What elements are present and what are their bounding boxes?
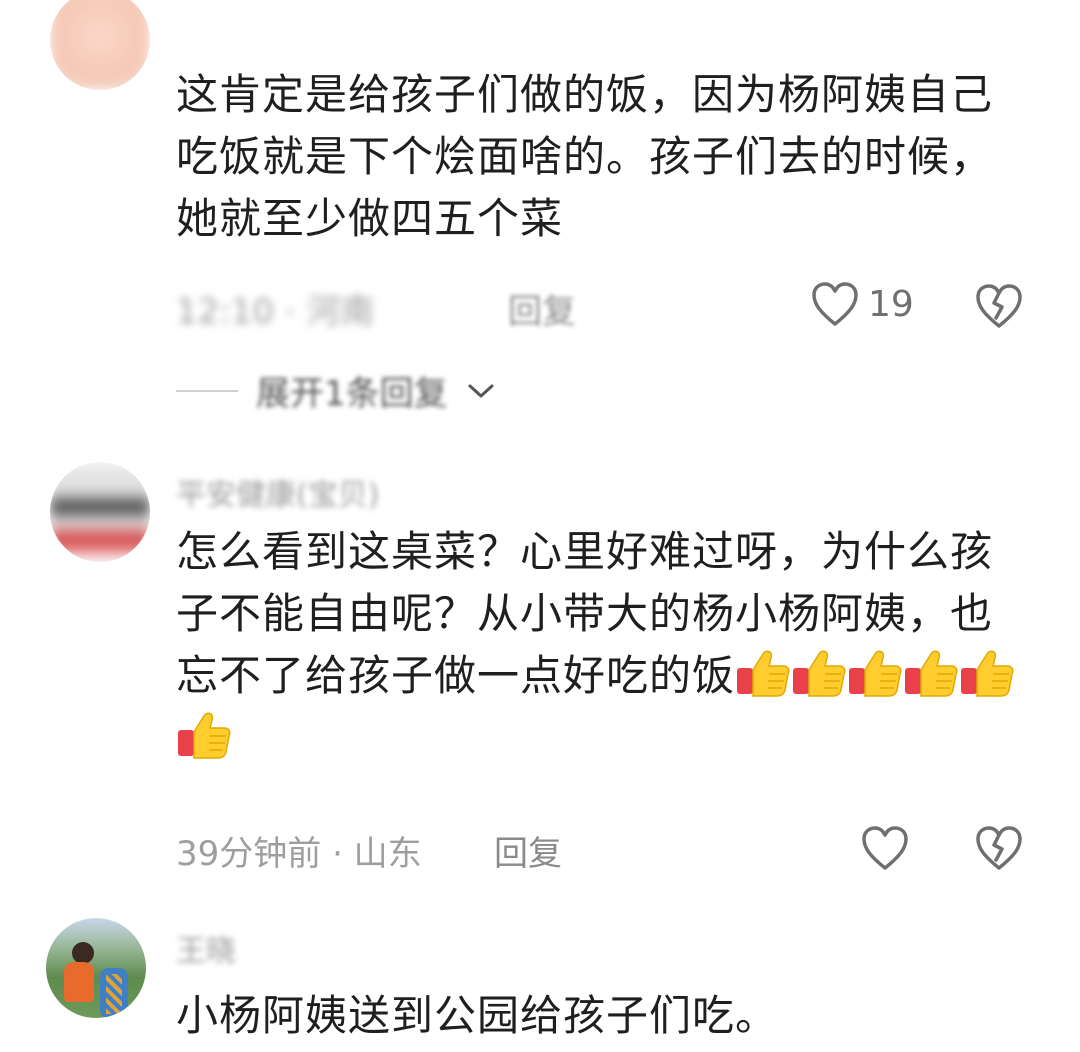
- comment-meta: 12:10 · 河南: [176, 284, 374, 333]
- comment-text-line: 小杨阿姨送到公园给孩子们吃。: [176, 991, 779, 1040]
- like-button[interactable]: [860, 824, 910, 872]
- like-count: 19: [868, 283, 914, 325]
- comment-text-line: 她就至少做四五个菜: [176, 194, 564, 243]
- comment-text-line: 怎么看到这桌菜？心里好难过呀，为什么孩: [176, 527, 994, 576]
- comment-text-line: [176, 707, 1046, 769]
- comment-text: 小杨阿姨送到公园给孩子们吃。: [176, 985, 1046, 1047]
- broken-heart-icon: [976, 284, 1022, 328]
- reply-button[interactable]: 回复: [508, 284, 576, 333]
- comment-text-line: 忘不了给孩子做一点好吃的饭: [176, 645, 1046, 707]
- avatar[interactable]: [46, 918, 146, 1018]
- thumbs-up-emoji: [791, 648, 847, 698]
- comment-username[interactable]: 王晓: [176, 926, 236, 970]
- comment-username[interactable]: 平安健康(宝贝): [176, 470, 379, 514]
- comment-meta: 39分钟前 · 山东: [176, 834, 422, 874]
- thumbs-up-emoji: [903, 648, 959, 698]
- comment-time-location: 12:10 · 河南: [176, 292, 375, 332]
- divider-line: [176, 389, 238, 392]
- comment-text-line: 子不能自由呢？从小带大的杨小杨阿姨，也: [176, 589, 994, 638]
- avatar[interactable]: [50, 462, 150, 562]
- heart-outline-icon: [812, 282, 858, 326]
- thumbs-up-emoji: [176, 710, 232, 760]
- comment-text-line: 吃饭就是下个烩面啥的。孩子们去的时候，: [176, 132, 994, 181]
- comment-text: 怎么看到这桌菜？心里好难过呀，为什么孩 子不能自由呢？从小带大的杨小杨阿姨，也 …: [176, 521, 1046, 769]
- comment-text-line: 这肯定是给孩子们做的饭，因为杨阿姨自己: [176, 70, 994, 119]
- broken-heart-icon: [976, 826, 1022, 870]
- expand-replies[interactable]: 展开1条回复: [176, 366, 496, 415]
- thumbs-up-emoji: [959, 648, 1015, 698]
- avatar[interactable]: [50, 0, 150, 90]
- comment-text-segment: 忘不了给孩子做一点好吃的饭: [176, 651, 736, 700]
- thumbs-up-emoji: [847, 648, 903, 698]
- dislike-button[interactable]: [974, 282, 1024, 334]
- reply-button[interactable]: 回复: [494, 826, 562, 875]
- chevron-down-icon: [468, 384, 494, 397]
- heart-outline-icon: [862, 826, 908, 870]
- thumbs-up-emoji: [735, 648, 791, 698]
- expand-replies-label: 展开1条回复: [256, 374, 448, 414]
- like-button[interactable]: 19: [810, 280, 914, 328]
- comment-text: 这肯定是给孩子们做的饭，因为杨阿姨自己 吃饭就是下个烩面啥的。孩子们去的时候， …: [176, 64, 1046, 250]
- dislike-button[interactable]: [974, 824, 1024, 876]
